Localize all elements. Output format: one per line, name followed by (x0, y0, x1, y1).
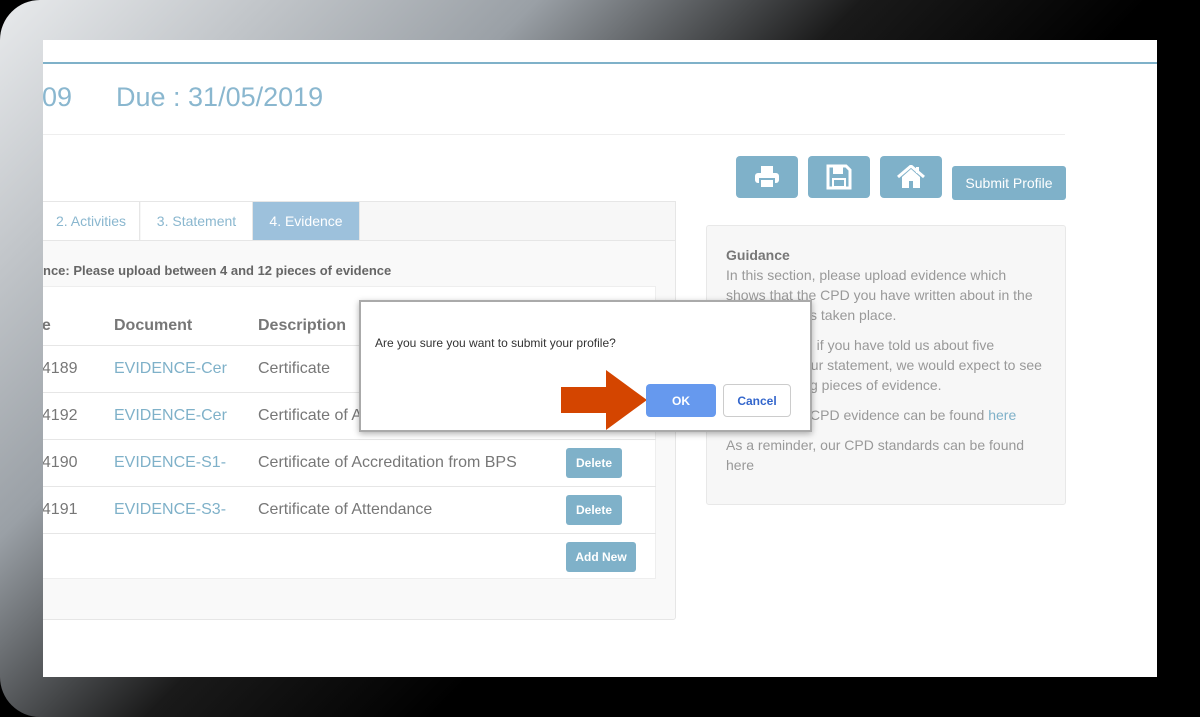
cpd-standards-link[interactable]: here (726, 457, 754, 473)
evidence-instruction: nce: Please upload between 4 and 12 piec… (43, 263, 392, 278)
row4-description: Certificate of Attendance (258, 501, 433, 518)
guidance-text: le, if you have told us about five (798, 337, 995, 353)
guidance-text: g pieces of evidence. (810, 377, 942, 393)
guidance-text: our statement, we would expect to see (803, 357, 1042, 373)
row2-description: Certificate of A (258, 407, 363, 424)
row3-document-link[interactable]: EVIDENCE-S1- (114, 454, 226, 472)
guidance-reminder: As a reminder, our CPD standards can be … (726, 437, 1025, 453)
profile-title: -09 (43, 82, 73, 112)
tab-activities[interactable]: 2. Activities (43, 202, 140, 240)
divider (43, 134, 1065, 135)
tab-statement[interactable]: 3. Statement (141, 202, 253, 240)
row1-document-link[interactable]: EVIDENCE-Cer (114, 360, 227, 378)
add-new-button[interactable]: Add New (566, 542, 636, 572)
screen: -09 Due : 31/05/2019 Submit Profile 2. A… (43, 40, 1157, 677)
print-icon (755, 166, 779, 189)
print-button[interactable] (736, 156, 798, 198)
row3-ref: 34190 (43, 454, 78, 471)
due-date: Due : 31/05/2019 (116, 82, 324, 112)
col-reference: ce (43, 317, 51, 334)
row4-ref: 34191 (43, 501, 78, 518)
row4-delete-button[interactable]: Delete (566, 495, 622, 525)
row-divider (43, 533, 656, 534)
row1-ref: 34189 (43, 360, 78, 377)
home-button[interactable] (880, 156, 942, 198)
guidance-text: In this section, please upload evidence … (726, 267, 1007, 283)
row3-delete-button[interactable]: Delete (566, 448, 622, 478)
ok-button[interactable]: OK (646, 384, 716, 417)
row1-description: Certificate (258, 360, 331, 377)
submit-profile-button[interactable]: Submit Profile (952, 166, 1066, 200)
row-divider (43, 486, 656, 487)
confirm-dialog: Are you sure you want to submit your pro… (359, 300, 812, 432)
evidence-guidance-link[interactable]: here (988, 407, 1016, 423)
header-rule (43, 62, 1157, 64)
row2-ref: 34192 (43, 407, 78, 424)
row3-description: Certificate of Accreditation from BPS (258, 454, 517, 471)
row2-document-link[interactable]: EVIDENCE-Cer (114, 407, 227, 425)
arrow-pointer-icon (561, 370, 647, 430)
guidance-text-span: CPD evidence can be found (810, 407, 985, 423)
col-description: Description (258, 317, 347, 334)
row4-document-link[interactable]: EVIDENCE-S3- (114, 501, 226, 519)
row-divider (43, 439, 656, 440)
dialog-message: Are you sure you want to submit your pro… (375, 336, 616, 350)
col-document: Document (114, 317, 193, 334)
guidance-text: s taken place. (810, 307, 897, 323)
home-icon (897, 165, 925, 188)
save-button[interactable] (808, 156, 870, 198)
tab-evidence[interactable]: 4. Evidence (253, 202, 360, 240)
cancel-button[interactable]: Cancel (723, 384, 791, 417)
guidance-title: Guidance (726, 247, 790, 263)
save-icon (826, 164, 852, 190)
guidance-text: CPD evidence can be found here (810, 407, 1016, 423)
